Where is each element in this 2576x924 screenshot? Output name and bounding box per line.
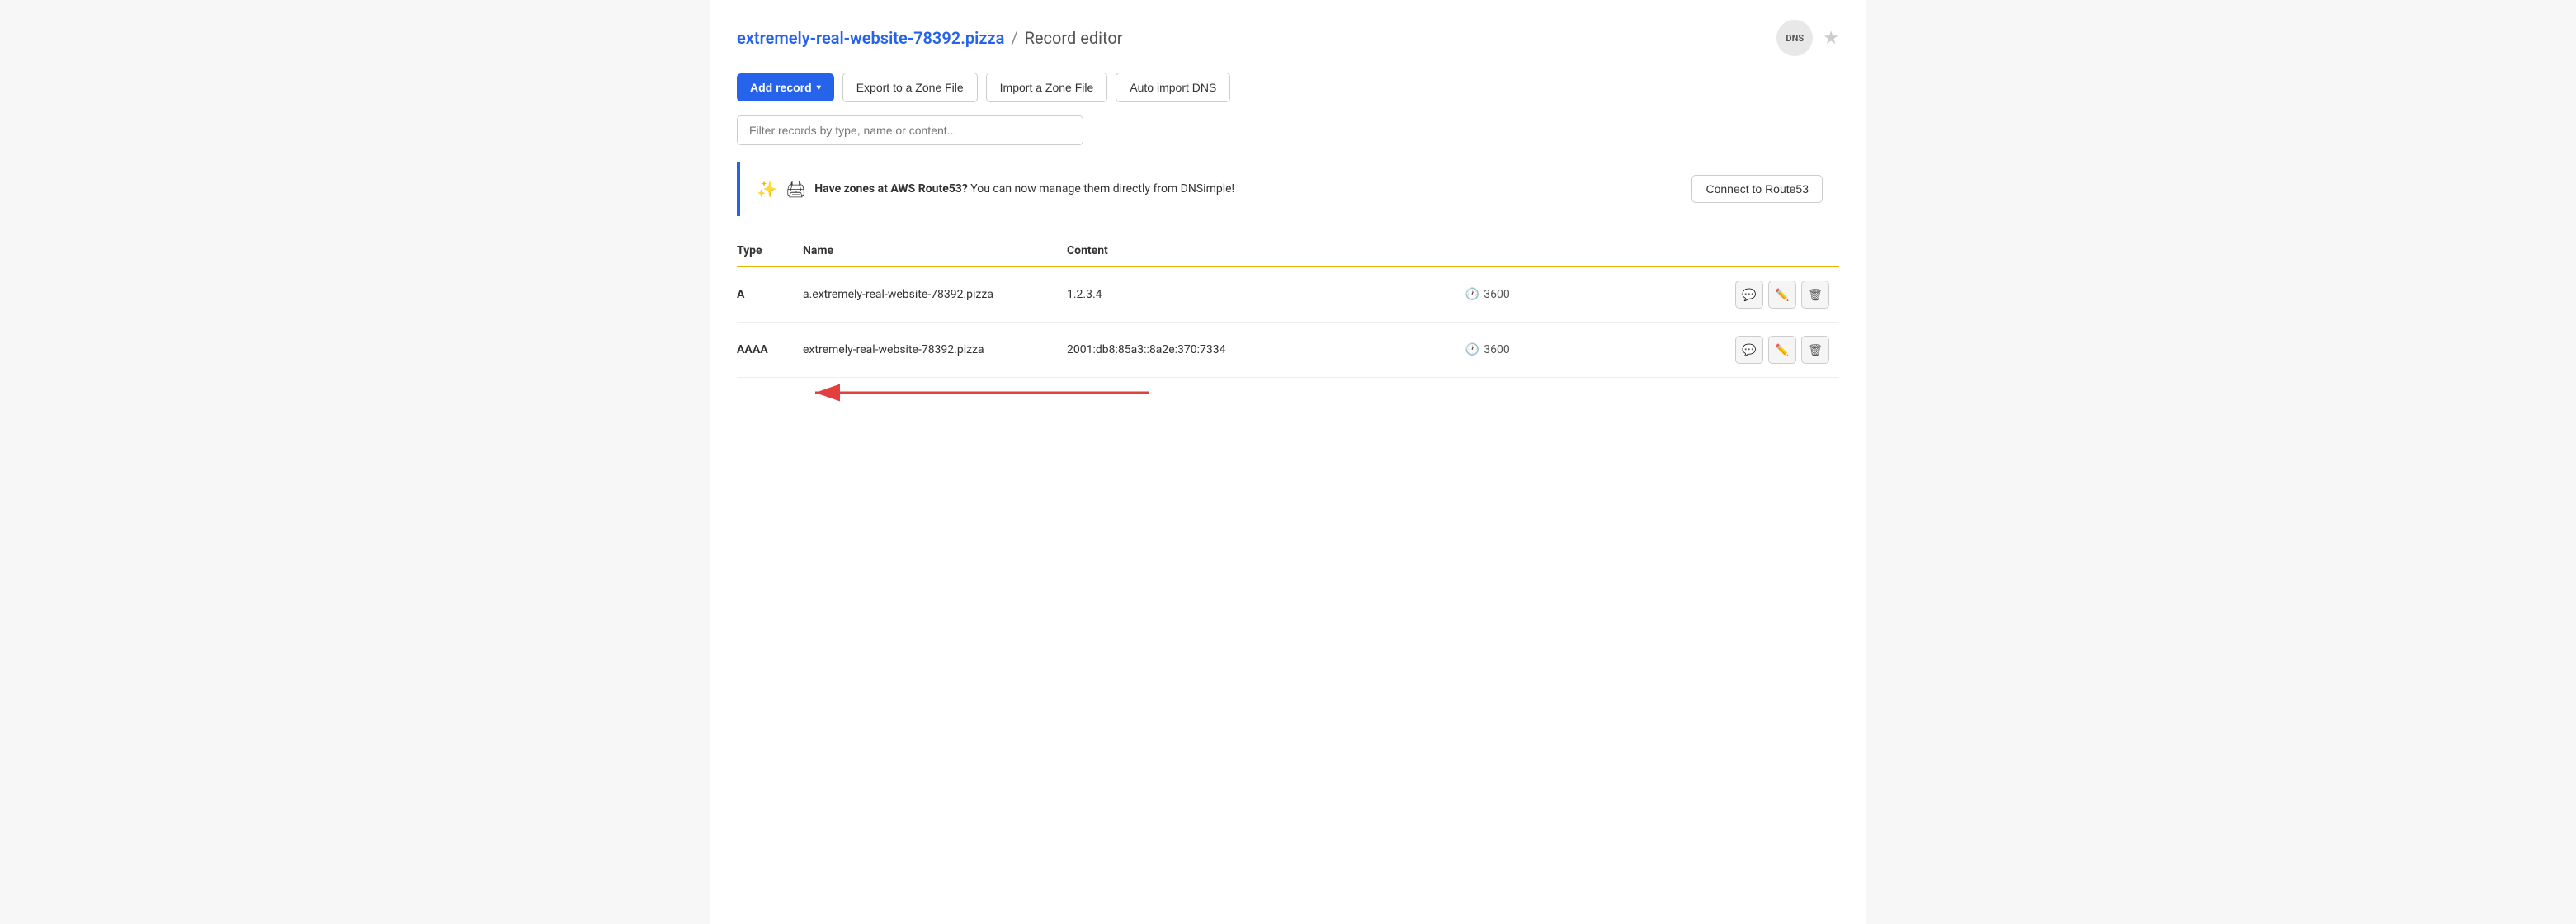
export-zone-button[interactable]: Export to a Zone File: [842, 73, 978, 102]
route53-banner: ✨ 🖨 Have zones at AWS Route53? You can n…: [737, 162, 1839, 216]
record-actions: 💬 ✏️ 🗑: [1594, 323, 1840, 378]
edit-button[interactable]: ✏️: [1768, 280, 1796, 309]
domain-link[interactable]: extremely-real-website-78392.pizza: [737, 28, 1004, 48]
ttl-value: 3600: [1484, 343, 1509, 356]
record-ttl: 🕐 3600: [1465, 323, 1594, 378]
printer-icon: 🖨: [786, 179, 806, 199]
comment-button[interactable]: 💬: [1735, 280, 1763, 309]
clock-icon: 🕐: [1465, 288, 1479, 301]
record-name: extremely-real-website-78392.pizza: [803, 323, 1067, 378]
star-icon[interactable]: ★: [1823, 28, 1839, 49]
dropdown-caret-icon: ▾: [817, 83, 821, 92]
table-row: AAAA extremely-real-website-78392.pizza …: [737, 323, 1839, 378]
delete-button[interactable]: 🗑: [1801, 336, 1829, 364]
table-row: A a.extremely-real-website-78392.pizza 1…: [737, 266, 1839, 323]
delete-button[interactable]: 🗑: [1801, 280, 1829, 309]
records-table-wrapper: Type Name Content A a.extremely-real-web…: [737, 236, 1839, 378]
banner-content: ✨ 🖨 Have zones at AWS Route53? You can n…: [757, 179, 1234, 199]
filter-bar: [737, 116, 1839, 145]
ttl-value: 3600: [1484, 288, 1509, 301]
page-title: Record editor: [1025, 28, 1123, 48]
header-right: DNS ★: [1776, 20, 1839, 56]
toolbar: Add record ▾ Export to a Zone File Impor…: [737, 73, 1839, 102]
import-zone-button[interactable]: Import a Zone File: [986, 73, 1108, 102]
col-header-name: Name: [803, 236, 1067, 266]
auto-import-button[interactable]: Auto import DNS: [1116, 73, 1230, 102]
connect-route53-button[interactable]: Connect to Route53: [1691, 175, 1823, 203]
record-type: A: [737, 266, 803, 323]
edit-button[interactable]: ✏️: [1768, 336, 1796, 364]
col-header-content: Content: [1067, 236, 1465, 266]
dns-badge[interactable]: DNS: [1776, 20, 1813, 56]
sparkle-icon: ✨: [757, 179, 777, 199]
breadcrumb-separator: /: [1011, 28, 1017, 48]
banner-text: Have zones at AWS Route53? You can now m…: [814, 182, 1234, 196]
filter-input[interactable]: [737, 116, 1083, 145]
record-ttl: 🕐 3600: [1465, 266, 1594, 323]
clock-icon: 🕐: [1465, 343, 1479, 356]
record-content: 2001:db8:85a3::8a2e:370:7334: [1067, 323, 1465, 378]
record-content: 1.2.3.4: [1067, 266, 1465, 323]
col-header-type: Type: [737, 236, 803, 266]
record-name: a.extremely-real-website-78392.pizza: [803, 266, 1067, 323]
table-header-row: Type Name Content: [737, 236, 1839, 266]
record-actions: 💬 ✏️ 🗑: [1594, 266, 1840, 323]
add-record-button[interactable]: Add record ▾: [737, 73, 834, 101]
breadcrumb: extremely-real-website-78392.pizza / Rec…: [737, 28, 1123, 48]
record-type: AAAA: [737, 323, 803, 378]
records-table: Type Name Content A a.extremely-real-web…: [737, 236, 1839, 378]
page-header: extremely-real-website-78392.pizza / Rec…: [737, 20, 1839, 56]
comment-button[interactable]: 💬: [1735, 336, 1763, 364]
